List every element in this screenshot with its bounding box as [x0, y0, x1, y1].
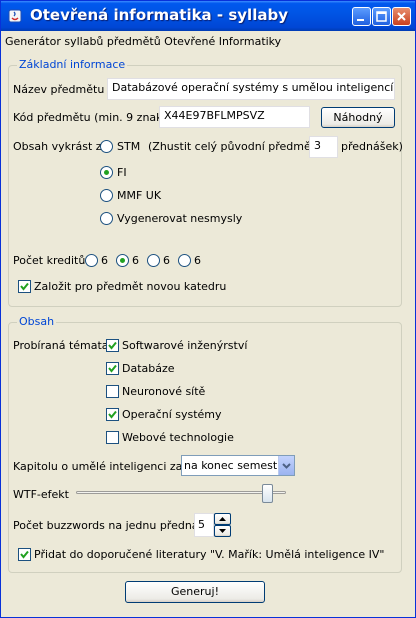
checkmark-icon — [20, 550, 29, 559]
credits-radio-3-label: 6 — [163, 254, 170, 267]
title-bar[interactable]: Otevřená informatika - syllaby — [1, 1, 415, 31]
arrow-up-icon — [219, 517, 226, 521]
topic-checkbox-databases[interactable] — [106, 362, 119, 375]
compress-prefix-label: (Zhustit celý původní předmět do — [148, 140, 333, 153]
topic-checkbox-web-technologies[interactable] — [106, 431, 119, 444]
credits-radio-4[interactable] — [178, 254, 191, 267]
credits-radio-2-label: 6 — [132, 254, 139, 267]
close-button[interactable] — [392, 7, 411, 26]
checkmark-icon — [108, 341, 117, 350]
new-department-checkbox[interactable] — [18, 280, 31, 293]
radio-generate-nonsense[interactable] — [100, 212, 113, 225]
wtf-effect-label: WTF-efekt — [13, 488, 69, 501]
topic-label-neural-networks: Neuronové sítě — [122, 385, 206, 398]
credits-radio-1-label: 6 — [101, 254, 108, 267]
ai-chapter-label: Kapitolu o umělé inteligenci zařadit — [13, 460, 209, 473]
course-name-field[interactable]: Databázové operační systémy s umělou int… — [107, 78, 395, 100]
wtf-effect-slider-thumb[interactable] — [262, 484, 273, 503]
generate-button[interactable]: Generuj! — [125, 581, 265, 603]
ai-chapter-select[interactable]: na konec semestru — [181, 455, 295, 476]
radio-fi[interactable] — [100, 166, 113, 179]
app-subtitle: Generátor syllabů předmětů Otevřené Info… — [5, 35, 282, 48]
minimize-button[interactable] — [352, 7, 371, 26]
maximize-button[interactable] — [372, 7, 391, 26]
topic-label-web-technologies: Webové technologie — [122, 431, 234, 444]
app-window: Otevřená informatika - syllaby Generátor… — [0, 0, 416, 618]
literature-checkbox[interactable] — [18, 548, 31, 561]
arrow-down-icon — [219, 529, 226, 533]
course-code-field[interactable]: X44E97BFLMPSVZ — [159, 106, 310, 128]
credits-radio-2[interactable] — [116, 254, 129, 267]
topic-label-databases: Databáze — [122, 362, 175, 375]
topic-checkbox-operating-systems[interactable] — [106, 408, 119, 421]
new-department-label: Založit pro předmět novou katedru — [34, 280, 227, 293]
maximize-icon — [376, 11, 387, 22]
topic-label-software-engineering: Softwarové inženýrství — [122, 339, 248, 352]
basic-info-legend: Základní informace — [17, 58, 128, 71]
literature-label: Přidat do doporučené literatury "V. Maří… — [34, 548, 385, 561]
credits-label: Počet kreditů — [13, 254, 86, 267]
topic-checkbox-software-engineering[interactable] — [106, 339, 119, 352]
compress-suffix-label: přednášek) — [341, 140, 403, 153]
radio-stm-label: STM — [117, 140, 141, 153]
window-title: Otevřená informatika - syllaby — [30, 6, 288, 24]
wtf-effect-slider-track[interactable] — [76, 491, 286, 494]
radio-mmf-uk-label: MMF UK — [117, 189, 162, 202]
chevron-down-icon — [282, 463, 291, 469]
spinner-down-button[interactable] — [214, 525, 231, 537]
topic-label-operating-systems: Operační systémy — [122, 408, 222, 421]
radio-mmf-uk[interactable] — [100, 189, 113, 202]
spinner-up-button[interactable] — [214, 513, 231, 525]
credits-radio-1[interactable] — [85, 254, 98, 267]
buzzwords-spinner-field[interactable]: 5 — [194, 513, 214, 537]
checkmark-icon — [108, 364, 117, 373]
ai-chapter-selected-value: na konec semestru — [184, 459, 289, 472]
dropdown-button[interactable] — [278, 456, 294, 475]
buzzwords-label: Počet buzzwords na jednu přednášku — [13, 519, 218, 532]
content-legend: Obsah — [17, 315, 57, 328]
checkmark-icon — [20, 282, 29, 291]
course-name-label: Název předmětu — [13, 83, 105, 96]
extract-from-label: Obsah vykrást z — [13, 140, 102, 153]
checkmark-icon — [108, 410, 117, 419]
minimize-icon — [357, 19, 364, 21]
java-app-icon — [8, 9, 22, 23]
radio-stm[interactable] — [100, 140, 113, 153]
radio-generate-nonsense-label: Vygenerovat nesmysly — [117, 212, 243, 225]
random-button[interactable]: Náhodný — [321, 107, 395, 128]
close-icon — [397, 12, 406, 21]
credits-radio-4-label: 6 — [194, 254, 201, 267]
topics-label: Probíraná témata — [13, 339, 109, 352]
radio-fi-label: FI — [117, 166, 127, 179]
basic-info-group: Základní informace — [8, 58, 402, 307]
compress-lectures-field[interactable]: 3 — [309, 136, 338, 158]
credits-radio-3[interactable] — [147, 254, 160, 267]
course-code-label: Kód předmětu (min. 9 znaků!) — [13, 111, 178, 124]
topic-checkbox-neural-networks[interactable] — [106, 385, 119, 398]
